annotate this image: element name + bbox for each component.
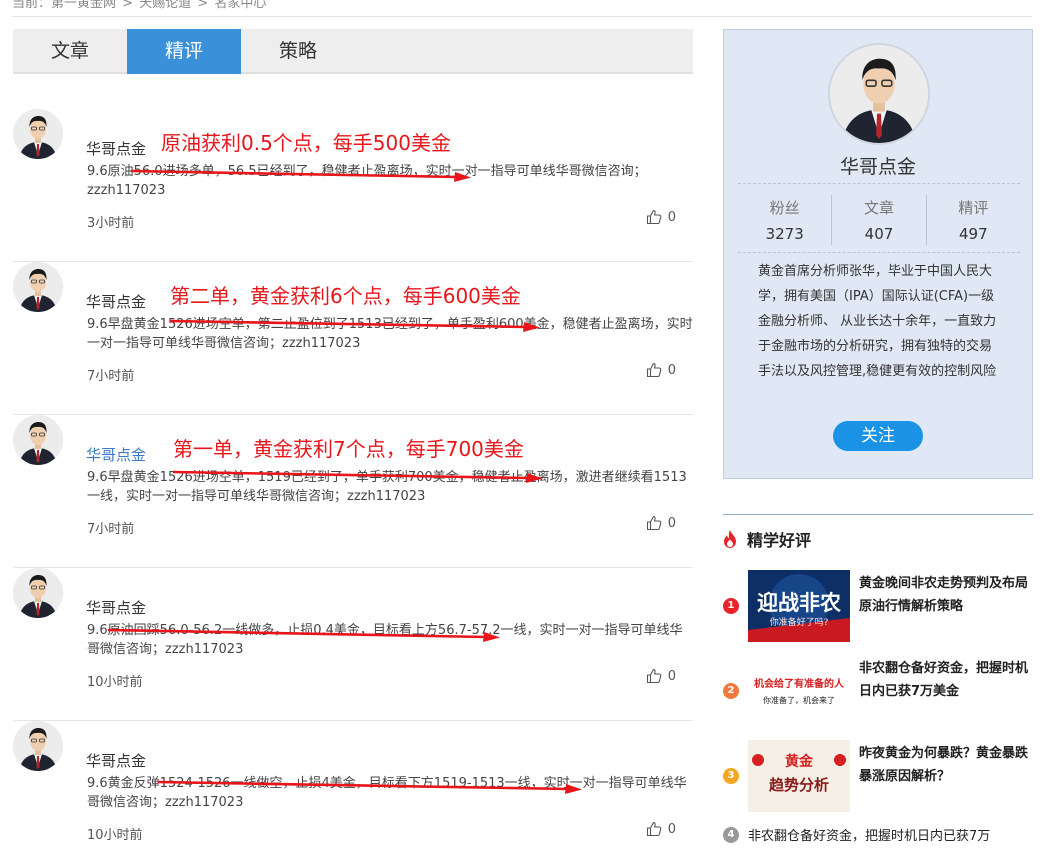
post-time: 10小时前 <box>87 675 143 690</box>
thumbs-up-icon <box>646 515 662 531</box>
hot-item-title[interactable]: 黄金晚间非农走势预判及布局原油行情解析策略 <box>859 572 1031 618</box>
hot-list-item[interactable]: 2 机会给了有准备的人 你准备了，机会来了 非农翻仓备好资金，把握时机日内已获7… <box>723 655 1033 727</box>
like-count: 0 <box>667 515 676 531</box>
red-arrow-annotation <box>130 169 471 182</box>
profile-bio: 黄金首席分析师张华，毕业于中国人民大学，拥有美国（IPA）国际认证(CFA)一级… <box>758 264 997 379</box>
hot-reviews-title: 精学好评 <box>747 531 812 550</box>
thumbnail-image[interactable]: 黄金 趋势分析 <box>748 740 850 812</box>
thumbs-up-icon <box>646 362 662 378</box>
stat-reviews[interactable]: 精评 497 <box>927 195 1020 245</box>
hot-list-item[interactable]: 4 非农翻仓备好资金，把握时机日内已获7万 <box>723 825 990 844</box>
avatar[interactable] <box>13 568 63 618</box>
thumb-text: 趋势分析 <box>769 776 829 794</box>
hot-reviews-header: 精学好评 <box>723 527 811 551</box>
post-author[interactable]: 华哥点金 <box>86 138 146 159</box>
thumbs-up-icon <box>646 668 662 684</box>
red-arrow-annotation <box>172 470 543 483</box>
stat-value: 3273 <box>765 225 804 243</box>
profile-stats: 粉丝 3273 文章 407 精评 497 <box>738 195 1020 245</box>
post-author[interactable]: 华哥点金 <box>86 750 146 771</box>
post-headline: 原油获利0.5个点，每手500美金 <box>161 131 451 155</box>
breadcrumb-item[interactable]: 当前：第一黄金网 <box>12 0 116 11</box>
thumb-text: 机会给了有准备的人 <box>754 677 845 690</box>
hot-item-title[interactable]: 昨夜黄金为何暴跌？黄金暴跌暴涨原因解析？ <box>859 742 1031 788</box>
post-item: 华哥点金 9.6原油回踩56.0-56.2一线做多，止损0.4美金，目标看上方5… <box>13 568 693 721</box>
flame-icon <box>724 530 736 548</box>
rank-badge: 1 <box>723 598 739 614</box>
post-time: 3小时前 <box>87 216 135 231</box>
thumb-text: 你准备了，机会来了 <box>763 695 835 705</box>
post-item: 华哥点金 原油获利0.5个点，每手500美金 9.6原油56.0进场多单，56.… <box>13 109 693 262</box>
red-arrow-annotation <box>169 319 540 332</box>
post-item: 华哥点金 第二单，黄金获利6个点，每手600美金 9.6早盘黄金1526进场空单… <box>13 262 693 415</box>
avatar[interactable] <box>13 415 63 465</box>
section-divider <box>723 514 1033 515</box>
like-button[interactable]: 0 <box>646 515 676 531</box>
profile-avatar[interactable] <box>828 43 930 145</box>
rank-badge: 3 <box>723 768 739 784</box>
like-button[interactable]: 0 <box>646 209 676 225</box>
like-button[interactable]: 0 <box>646 668 676 684</box>
like-count: 0 <box>667 668 676 684</box>
thumbs-up-icon <box>646 821 662 837</box>
stat-label: 粉丝 <box>769 199 800 217</box>
post-item: 华哥点金 第一单，黄金获利7个点，每手700美金 9.6早盘黄金1526进场空单… <box>13 415 693 568</box>
post-author[interactable]: 华哥点金 <box>86 444 146 465</box>
post-time: 7小时前 <box>87 522 135 537</box>
like-button[interactable]: 0 <box>646 362 676 378</box>
thumb-text: 黄金 <box>785 753 814 770</box>
breadcrumb-item[interactable]: 名家中心 <box>214 0 266 11</box>
content-tabs: 文章 精评 策略 <box>13 29 693 74</box>
stat-articles[interactable]: 文章 407 <box>832 195 927 245</box>
avatar[interactable] <box>13 721 63 771</box>
avatar[interactable] <box>13 262 63 312</box>
avatar[interactable] <box>13 109 63 159</box>
like-count: 0 <box>667 821 676 837</box>
thumb-text: 迎战非农 <box>757 591 841 615</box>
post-author[interactable]: 华哥点金 <box>86 291 146 312</box>
rank-badge: 4 <box>723 826 739 843</box>
follow-button[interactable]: 关注 <box>833 421 923 451</box>
thumbs-up-icon <box>646 209 662 225</box>
breadcrumb-item[interactable]: 天赐论道 <box>139 0 191 11</box>
profile-divider <box>738 252 1020 253</box>
profile-name[interactable]: 华哥点金 <box>724 152 1032 179</box>
tab-strategy[interactable]: 策略 <box>241 29 355 74</box>
post-item: 华哥点金 9.6黄金反弹1524-1526一线做空，止损4美金，目标看下方151… <box>13 721 693 851</box>
hot-item-title[interactable]: 非农翻仓备好资金，把握时机日内已获7万 <box>748 825 990 844</box>
breadcrumb: 当前：第一黄金网 > 天赐论道 > 名家中心 <box>12 0 266 11</box>
thumbnail-image[interactable]: 机会给了有准备的人 你准备了，机会来了 <box>748 655 850 727</box>
hot-list-item[interactable]: 1 迎战非农 你准备好了吗? 黄金晚间非农走势预判及布局原油行情解析策略 <box>723 570 1033 642</box>
thumbnail-image[interactable]: 迎战非农 你准备好了吗? <box>748 570 850 642</box>
breadcrumb-separator: > <box>122 0 134 11</box>
red-arrow-annotation <box>157 780 582 794</box>
stat-value: 407 <box>864 225 894 243</box>
stat-label: 文章 <box>863 199 894 217</box>
breadcrumb-divider <box>12 16 1032 17</box>
tab-articles[interactable]: 文章 <box>13 29 127 74</box>
post-headline: 第一单，黄金获利7个点，每手700美金 <box>173 437 524 461</box>
stat-label: 精评 <box>958 199 989 217</box>
like-count: 0 <box>667 209 676 225</box>
rank-badge: 2 <box>723 683 739 699</box>
post-author[interactable]: 华哥点金 <box>86 597 146 618</box>
hot-list-item[interactable]: 3 黄金 趋势分析 昨夜黄金为何暴跌？黄金暴跌暴涨原因解析？ <box>723 740 1033 812</box>
post-time: 10小时前 <box>87 828 143 843</box>
tab-reviews[interactable]: 精评 <box>127 29 241 74</box>
breadcrumb-separator: > <box>197 0 209 11</box>
red-arrow-annotation <box>107 628 500 642</box>
post-headline: 第二单，黄金获利6个点，每手600美金 <box>170 284 521 308</box>
thumb-text: 你准备好了吗? <box>770 616 829 628</box>
hot-item-title[interactable]: 非农翻仓备好资金，把握时机日内已获7万美金 <box>859 657 1031 703</box>
profile-card: 华哥点金 粉丝 3273 文章 407 精评 497 黄金首席分析师张华，毕业于… <box>723 29 1033 479</box>
like-count: 0 <box>667 362 676 378</box>
post-time: 7小时前 <box>87 369 135 384</box>
like-button[interactable]: 0 <box>646 821 676 837</box>
profile-divider <box>738 183 1020 184</box>
stat-value: 497 <box>959 225 988 243</box>
stat-fans[interactable]: 粉丝 3273 <box>738 195 833 245</box>
